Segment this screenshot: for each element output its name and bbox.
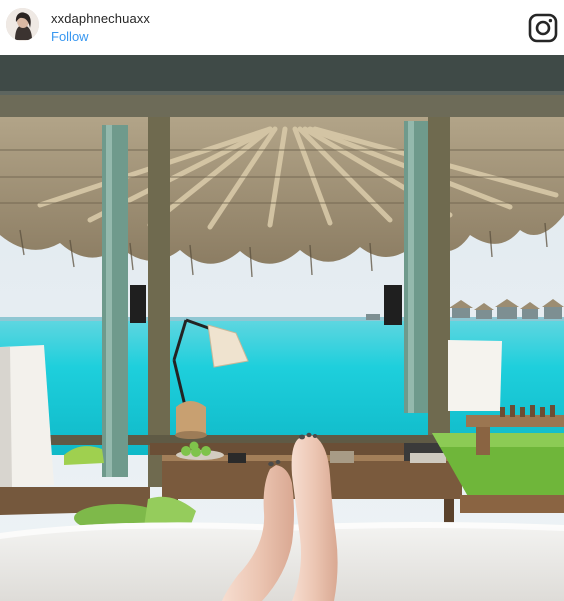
username[interactable]: xxdaphnechuaxx	[51, 11, 150, 26]
post-header: xxdaphnechuaxx Follow	[0, 0, 564, 55]
follow-link[interactable]: Follow	[51, 29, 89, 44]
instagram-embed-post: xxdaphnechuaxx Follow	[0, 0, 564, 601]
instagram-icon[interactable]	[528, 13, 558, 43]
avatar-image	[6, 8, 39, 41]
profile-avatar[interactable]	[6, 8, 39, 41]
post-photo[interactable]	[0, 55, 564, 601]
